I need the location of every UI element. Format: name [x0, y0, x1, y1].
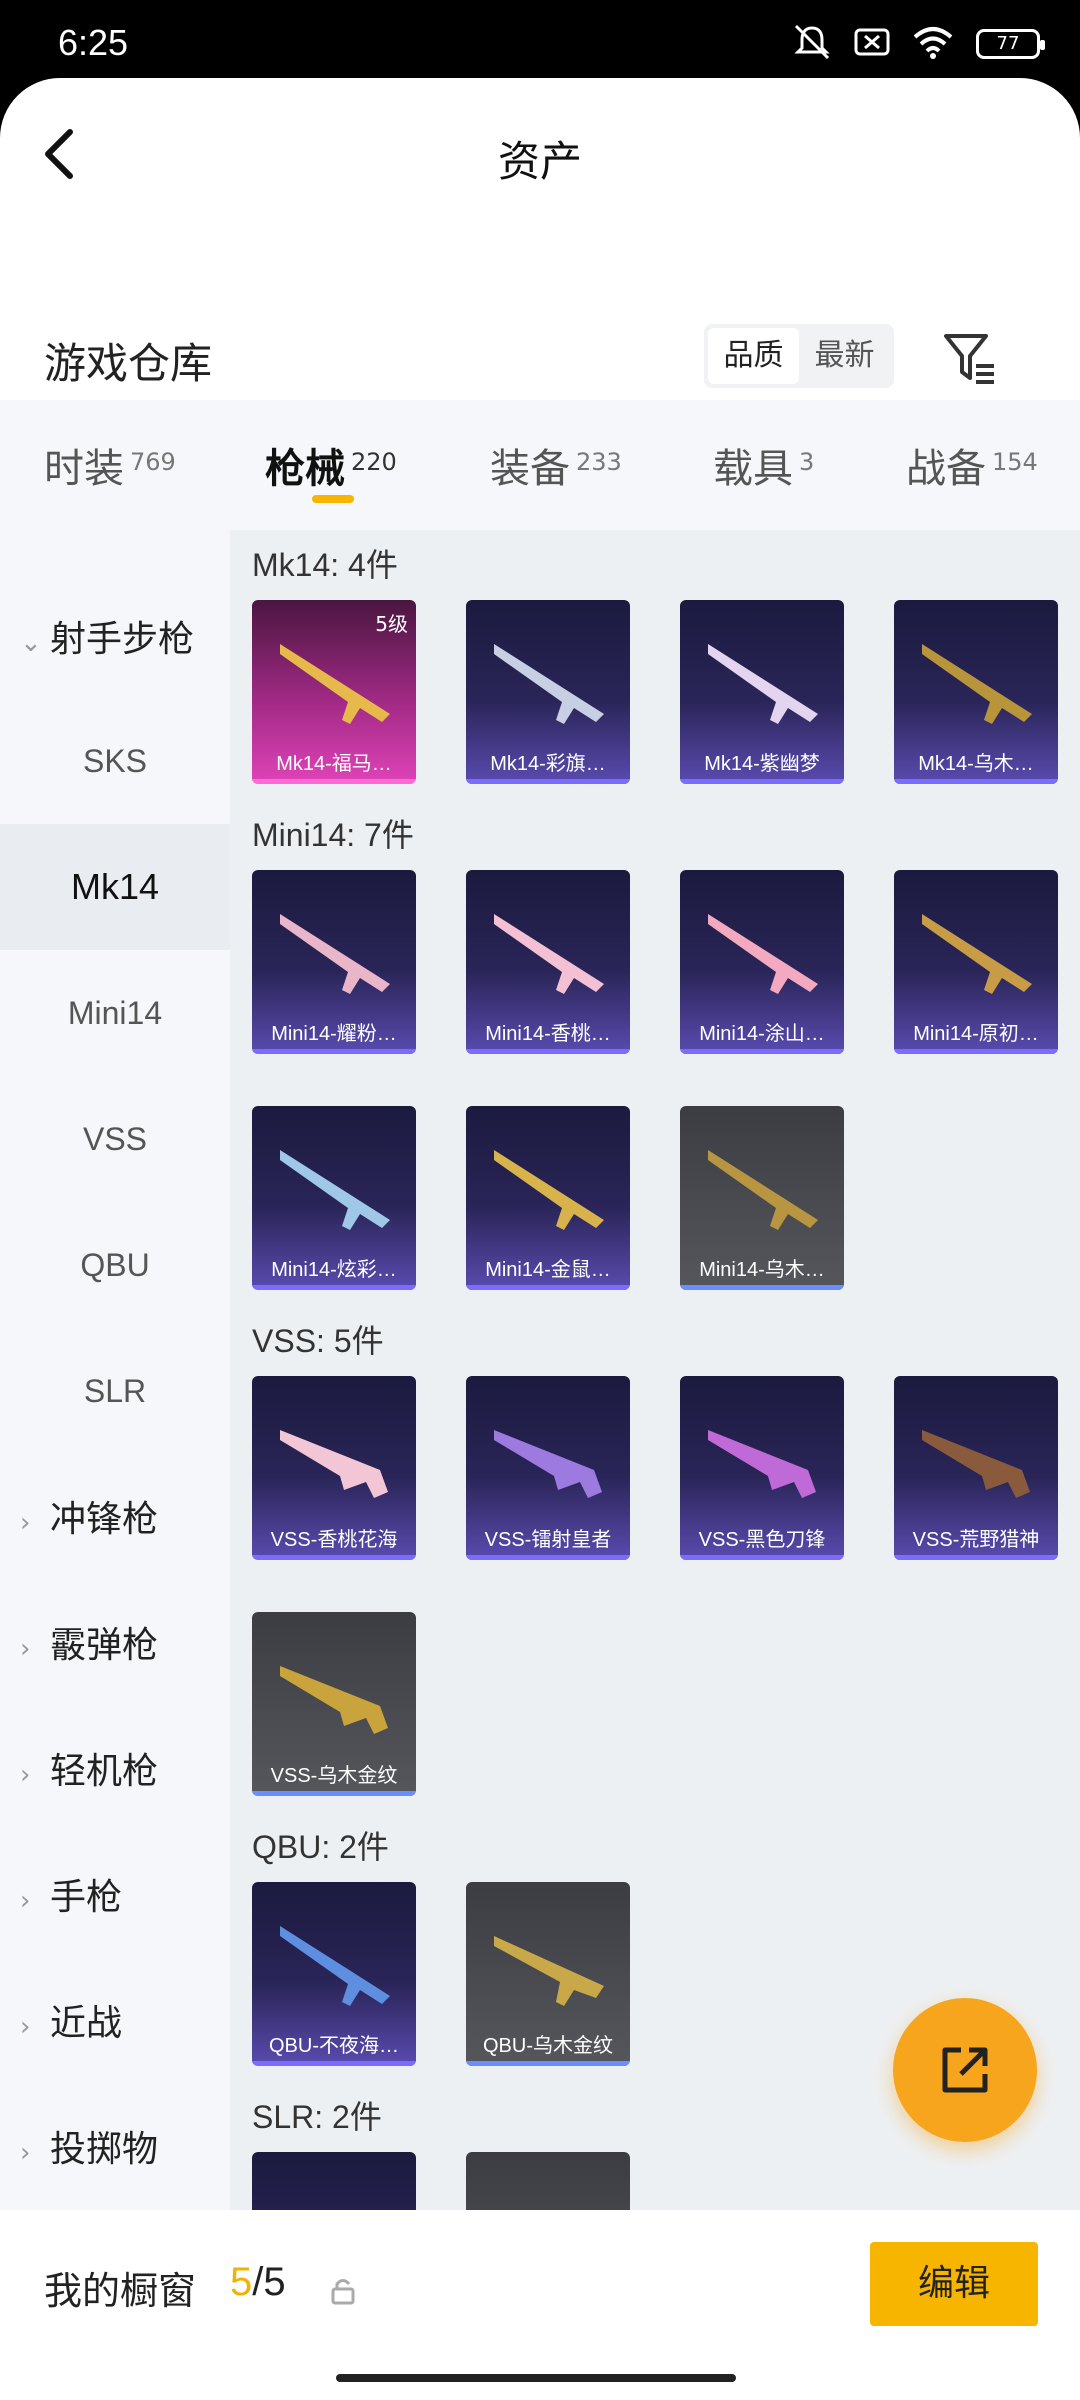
- nav-bar: 资产: [0, 78, 1080, 228]
- rifle-icon: [280, 1666, 388, 1734]
- weapon-card[interactable]: [252, 2152, 416, 2210]
- section-title-mk14: Mk14: 4件: [252, 547, 398, 583]
- sidebar-item-qbu[interactable]: QBU: [0, 1202, 230, 1328]
- tab-supplies[interactable]: 战备 154: [906, 436, 1038, 494]
- status-icons: 77: [792, 24, 1045, 64]
- chevron-right-icon: ›: [20, 1634, 31, 1664]
- tab-vehicles[interactable]: 载具 3: [713, 436, 814, 494]
- filter-icon: [944, 334, 994, 384]
- section-title-qbu: QBU: 2件: [252, 1829, 389, 1865]
- rifle-icon: [280, 1150, 390, 1230]
- sort-newest-button[interactable]: 最新: [799, 328, 890, 384]
- weapon-type-sidebar: ⌄ 射手步枪 SKS Mk14 Mini14 VSS QBU SLR › 冲锋枪 ›…: [0, 530, 230, 2210]
- sidebar-group-smg[interactable]: › 冲锋枪: [20, 1490, 158, 1542]
- tab-equipment[interactable]: 装备 233: [490, 436, 622, 494]
- weapon-card[interactable]: VSS-黑色刀锋: [680, 1376, 844, 1560]
- weapon-card[interactable]: Mini14-涂山…: [680, 870, 844, 1054]
- weapon-card[interactable]: 5级 Mk14-福马…: [252, 600, 416, 784]
- sidebar-group-pistol[interactable]: › 手枪: [20, 1868, 122, 1920]
- chevron-right-icon: ›: [20, 1508, 31, 1538]
- chevron-right-icon: ›: [20, 1760, 31, 1790]
- battery-icon: 77: [976, 29, 1045, 59]
- weapon-card[interactable]: Mk14-彩旗…: [466, 600, 630, 784]
- weapon-card[interactable]: Mini14-耀粉…: [252, 870, 416, 1054]
- rifle-icon: [280, 644, 390, 724]
- rifle-icon: [922, 1430, 1030, 1498]
- weapon-grid: Mk14: 4件 5级 Mk14-福马… Mk14-彩旗… Mk14-紫幽梦 M…: [230, 530, 1080, 2210]
- weapon-card[interactable]: QBU-不夜海…: [252, 1882, 416, 2066]
- sort-quality-button[interactable]: 品质: [708, 328, 799, 384]
- rifle-icon: [280, 914, 390, 994]
- section-title-vss: VSS: 5件: [252, 1323, 384, 1359]
- tab-active-indicator: [312, 495, 354, 503]
- rifle-icon: [708, 914, 818, 994]
- rifle-icon: [494, 914, 604, 994]
- no-sim-icon: [854, 26, 890, 62]
- warehouse-header: 游戏仓库 品质 最新: [0, 298, 1080, 398]
- weapon-card[interactable]: Mk14-乌木…: [894, 600, 1058, 784]
- external-link-icon: [942, 2047, 988, 2093]
- sidebar-group-shotgun[interactable]: › 霰弹枪: [20, 1616, 158, 1668]
- weapon-card[interactable]: VSS-镭射皇者: [466, 1376, 630, 1560]
- chevron-right-icon: ›: [20, 1886, 31, 1916]
- rifle-icon: [708, 644, 818, 724]
- rifle-icon: [494, 1150, 604, 1230]
- sidebar-group-melee[interactable]: › 近战: [20, 1994, 122, 2046]
- sidebar-group-throwable[interactable]: › 投掷物: [20, 2120, 158, 2172]
- weapon-card[interactable]: Mini14-乌木…: [680, 1106, 844, 1290]
- sidebar-group-lmg[interactable]: › 轻机枪: [20, 1742, 158, 1794]
- showcase-label: 我的橱窗: [44, 2269, 197, 2313]
- weapon-card[interactable]: VSS-香桃花海: [252, 1376, 416, 1560]
- status-time: 6:25: [58, 22, 129, 63]
- rifle-icon: [708, 1430, 816, 1498]
- weapon-card[interactable]: Mini14-香桃…: [466, 870, 630, 1054]
- tab-firearms[interactable]: 枪械 220: [265, 436, 397, 494]
- sort-toggle: 品质 最新: [704, 324, 894, 388]
- chevron-down-icon: ⌄: [20, 628, 42, 658]
- sidebar-item-vss[interactable]: VSS: [0, 1076, 230, 1202]
- home-indicator: [336, 2374, 736, 2382]
- weapon-card[interactable]: QBU-乌木金纹: [466, 1882, 630, 2066]
- rifle-icon: [494, 644, 604, 724]
- rifle-icon: [494, 1936, 604, 2006]
- rifle-icon: [280, 1430, 388, 1498]
- tab-fashion[interactable]: 时装 769: [44, 436, 176, 494]
- section-title-slr: SLR: 2件: [252, 2099, 382, 2135]
- rifle-icon: [922, 914, 1032, 994]
- weapon-card[interactable]: VSS-乌木金纹: [252, 1612, 416, 1796]
- share-fab-button[interactable]: [893, 1998, 1037, 2142]
- page-title: 资产: [497, 137, 582, 186]
- wifi-icon: [912, 25, 954, 63]
- showcase-bar: 我的橱窗 5/5 编辑: [0, 2210, 1080, 2400]
- weapon-card[interactable]: Mini14-原初…: [894, 870, 1058, 1054]
- rifle-icon: [494, 1430, 602, 1498]
- lock-icon: [331, 2279, 355, 2305]
- rifle-icon: [922, 644, 1032, 724]
- rifle-icon: [280, 1926, 390, 2006]
- mute-icon: [792, 24, 832, 64]
- weapon-card[interactable]: VSS-荒野猎神: [894, 1376, 1058, 1560]
- weapon-card[interactable]: [466, 2152, 630, 2210]
- sidebar-item-slr[interactable]: SLR: [0, 1328, 230, 1454]
- weapon-card[interactable]: Mini14-炫彩…: [252, 1106, 416, 1290]
- status-bar: 6:25 77: [0, 0, 1080, 80]
- weapon-card[interactable]: Mk14-紫幽梦: [680, 600, 844, 784]
- showcase-count: 5/5: [230, 2260, 286, 2304]
- filter-button[interactable]: [940, 328, 1000, 388]
- sidebar-group-sniper[interactable]: ⌄ 射手步枪: [20, 610, 194, 662]
- sidebar-item-mk14[interactable]: Mk14: [0, 824, 230, 950]
- section-title-mini14: Mini14: 7件: [252, 817, 414, 853]
- sidebar-item-sks[interactable]: SKS: [0, 698, 230, 824]
- chevron-right-icon: ›: [20, 2138, 31, 2168]
- edit-button[interactable]: 编辑: [870, 2242, 1038, 2326]
- rifle-icon: [708, 1150, 818, 1230]
- weapon-card[interactable]: Mini14-金鼠…: [466, 1106, 630, 1290]
- chevron-right-icon: ›: [20, 2012, 31, 2042]
- sidebar-item-mini14[interactable]: Mini14: [0, 950, 230, 1076]
- warehouse-title: 游戏仓库: [44, 339, 213, 388]
